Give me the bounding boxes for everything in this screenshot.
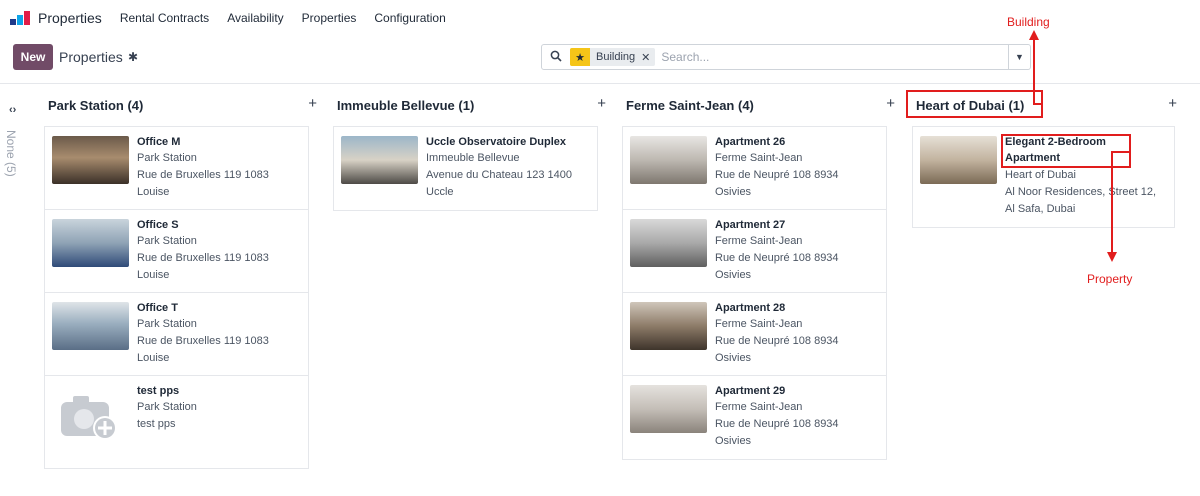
annotation-arrows (1029, 30, 1131, 262)
